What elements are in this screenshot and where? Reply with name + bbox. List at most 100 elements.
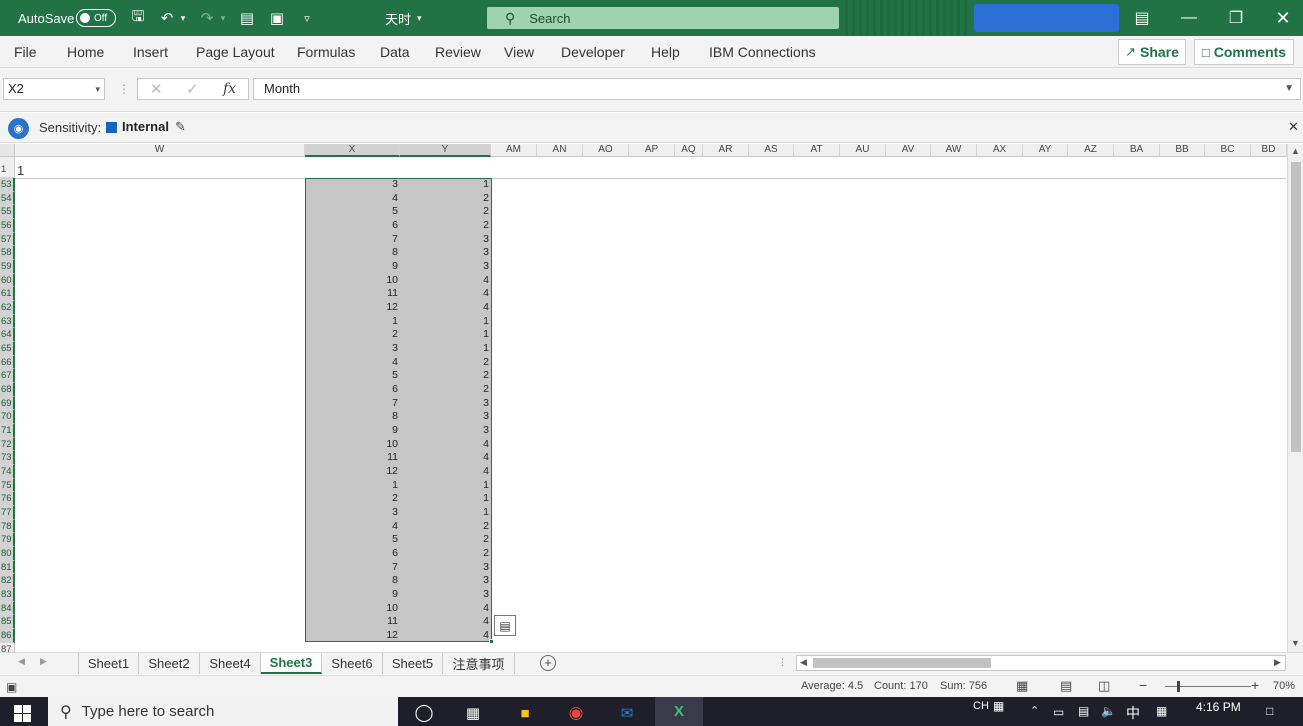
cell-month[interactable]: 6 bbox=[305, 547, 398, 561]
row-header[interactable]: 61 bbox=[0, 287, 15, 302]
column-header-ap[interactable]: AP bbox=[629, 144, 675, 157]
cell-month[interactable]: 12 bbox=[305, 301, 398, 315]
cell-month[interactable]: 4 bbox=[305, 192, 398, 206]
cortana-icon[interactable]: ◯ bbox=[409, 701, 439, 725]
row-header[interactable]: 81 bbox=[0, 560, 15, 575]
notifications-icon[interactable]: □ bbox=[1266, 704, 1273, 718]
column-header-bb[interactable]: BB bbox=[1160, 144, 1205, 157]
insert-function-icon[interactable]: fx bbox=[223, 79, 236, 99]
cell-month[interactable]: 5 bbox=[305, 205, 398, 219]
account-button[interactable] bbox=[974, 4, 1119, 32]
row-header[interactable]: 53 bbox=[0, 178, 15, 192]
sensitivity-value[interactable]: Internal bbox=[122, 119, 169, 134]
cell-month[interactable]: 3 bbox=[305, 506, 398, 520]
cell-quarter[interactable]: 3 bbox=[400, 410, 489, 424]
cancel-icon[interactable]: ✕ bbox=[150, 79, 163, 99]
tab-file[interactable]: File bbox=[14, 36, 37, 68]
tab-developer[interactable]: Developer bbox=[561, 36, 625, 68]
cell-quarter[interactable]: 3 bbox=[400, 424, 489, 438]
add-sheet-button[interactable]: + bbox=[540, 655, 556, 671]
cell-month[interactable]: 4 bbox=[305, 356, 398, 370]
formula-input[interactable]: Month ▼ bbox=[253, 78, 1301, 100]
row-header[interactable]: 68 bbox=[0, 383, 15, 397]
column-header-w[interactable]: W bbox=[15, 144, 305, 157]
restore-icon[interactable]: ❐ bbox=[1213, 0, 1259, 36]
autosave-toggle[interactable]: Off bbox=[76, 9, 116, 27]
macro-record-icon[interactable]: ▣ bbox=[6, 680, 17, 694]
outlook-icon[interactable]: ✉ bbox=[612, 701, 642, 725]
column-header-as[interactable]: AS bbox=[749, 144, 794, 157]
row-header[interactable]: 74 bbox=[0, 465, 15, 479]
tab-view[interactable]: View bbox=[504, 36, 534, 68]
column-header-ba[interactable]: BA bbox=[1114, 144, 1160, 157]
customize-qat-icon[interactable]: ▿ bbox=[296, 0, 318, 36]
row-header[interactable]: 66 bbox=[0, 355, 15, 370]
row-header[interactable]: 79 bbox=[0, 533, 15, 548]
cell-quarter[interactable]: 4 bbox=[400, 287, 489, 301]
cell-quarter[interactable]: 2 bbox=[400, 547, 489, 561]
cell-quarter[interactable]: 3 bbox=[400, 260, 489, 274]
row-header[interactable]: 67 bbox=[0, 369, 15, 384]
sheet-tab-notes[interactable]: 注意事项 bbox=[443, 653, 515, 674]
cell-quarter[interactable]: 2 bbox=[400, 192, 489, 206]
share-button[interactable]: ↗ Share bbox=[1118, 39, 1186, 65]
ime-mode-indicator[interactable]: 中 bbox=[1126, 703, 1140, 723]
cell-month[interactable]: 7 bbox=[305, 561, 398, 575]
cell-quarter[interactable]: 3 bbox=[400, 246, 489, 260]
row-header[interactable]: 78 bbox=[0, 519, 15, 534]
cell-quarter[interactable]: 2 bbox=[400, 219, 489, 233]
cell-month[interactable]: 1 bbox=[305, 315, 398, 329]
cell-quarter[interactable]: 1 bbox=[400, 342, 489, 356]
cell-month[interactable]: 5 bbox=[305, 369, 398, 383]
select-all-corner[interactable] bbox=[0, 144, 15, 157]
network-icon[interactable]: ▤ bbox=[1078, 704, 1089, 718]
camera-icon[interactable]: ▣ bbox=[266, 0, 288, 36]
tray-chevron-up-icon[interactable]: ⌃ bbox=[1030, 704, 1039, 717]
zoom-slider-knob[interactable] bbox=[1177, 681, 1180, 692]
chrome-icon[interactable]: ◉ bbox=[561, 701, 591, 725]
tab-page-layout[interactable]: Page Layout bbox=[196, 36, 275, 68]
cell-quarter[interactable]: 3 bbox=[400, 574, 489, 588]
cell-month[interactable]: 10 bbox=[305, 274, 398, 288]
cell-month[interactable]: 11 bbox=[305, 615, 398, 629]
enter-icon[interactable]: ✓ bbox=[186, 79, 199, 99]
cell-quarter[interactable]: 1 bbox=[400, 178, 489, 192]
cell-quarter[interactable]: 3 bbox=[400, 397, 489, 411]
cell-month[interactable]: 3 bbox=[305, 178, 398, 192]
cell-quarter[interactable]: 2 bbox=[400, 383, 489, 397]
zoom-level[interactable]: 70% bbox=[1273, 680, 1295, 692]
cell-quarter[interactable]: 4 bbox=[400, 602, 489, 616]
next-sheet-icon[interactable]: ▶ bbox=[40, 656, 47, 667]
sheet-tab-sheet4[interactable]: Sheet4 bbox=[200, 653, 261, 674]
sheet-tab-sheet2[interactable]: Sheet2 bbox=[139, 653, 200, 674]
row-header[interactable]: 77 bbox=[0, 506, 15, 520]
horizontal-scrollbar[interactable]: ◀ ▶ bbox=[796, 655, 1286, 671]
cell-month[interactable]: 9 bbox=[305, 588, 398, 602]
cell-quarter[interactable]: 3 bbox=[400, 233, 489, 247]
sheet-tab-sheet3[interactable]: Sheet3 bbox=[261, 653, 322, 674]
column-header-aw[interactable]: AW bbox=[931, 144, 977, 157]
cell-month[interactable]: 6 bbox=[305, 219, 398, 233]
tab-home[interactable]: Home bbox=[67, 36, 104, 68]
cell-quarter[interactable]: 1 bbox=[400, 506, 489, 520]
cell-quarter[interactable]: 2 bbox=[400, 369, 489, 383]
cell-month[interactable]: 12 bbox=[305, 629, 398, 643]
cell-quarter[interactable]: 2 bbox=[400, 205, 489, 219]
fill-handle[interactable] bbox=[489, 639, 494, 644]
task-view-icon[interactable]: ▦ bbox=[458, 701, 488, 725]
row-header[interactable]: 59 bbox=[0, 260, 15, 274]
cell-quarter[interactable]: 2 bbox=[400, 533, 489, 547]
page-layout-view-icon[interactable]: ▤ bbox=[1060, 678, 1072, 694]
form-icon[interactable]: ▤ bbox=[236, 0, 258, 36]
cell-month[interactable]: 10 bbox=[305, 602, 398, 616]
cell-month[interactable]: 4 bbox=[305, 520, 398, 534]
row-header[interactable]: 72 bbox=[0, 437, 15, 452]
comments-button[interactable]: □ Comments bbox=[1194, 39, 1294, 65]
scroll-up-icon[interactable]: ▲ bbox=[1291, 146, 1300, 156]
zoom-in-icon[interactable]: + bbox=[1251, 677, 1259, 693]
row-header[interactable]: 82 bbox=[0, 574, 15, 589]
sheet-tab-sheet5[interactable]: Sheet5 bbox=[383, 653, 443, 674]
ime-layout-icon[interactable]: ▦ bbox=[1156, 704, 1167, 718]
scroll-down-icon[interactable]: ▼ bbox=[1291, 638, 1300, 648]
row-header[interactable]: 73 bbox=[0, 451, 15, 466]
